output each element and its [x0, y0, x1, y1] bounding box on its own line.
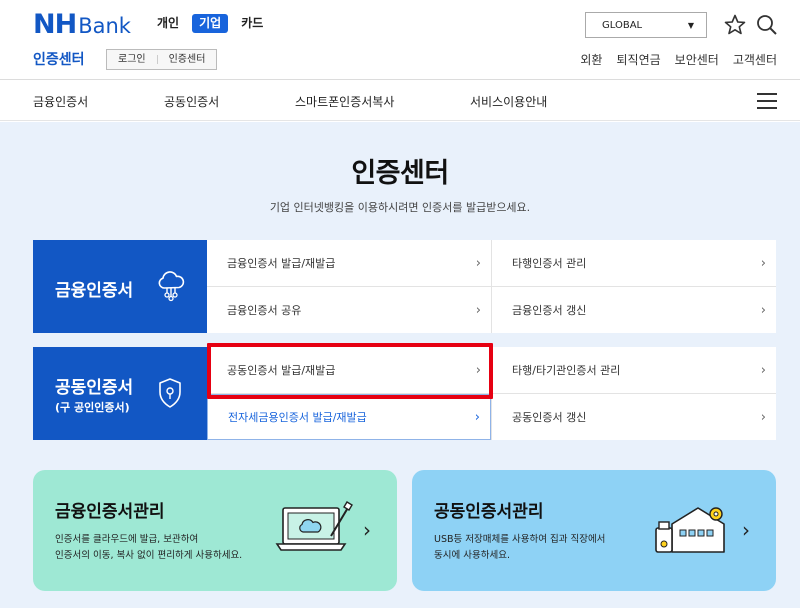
- financial-cert-block: 금융인증서 금융인증서 발급/재발급 › 타행인증서 관리 › 금융인증서 공유…: [33, 240, 776, 333]
- card-description-line: 동시에 사용하세요.: [434, 550, 510, 561]
- shield-icon: [159, 378, 181, 408]
- breadcrumb-cert-center[interactable]: 인증센터: [158, 50, 217, 69]
- breadcrumb: 로그인 인증센터: [106, 49, 218, 70]
- financial-cert-header: 금융인증서: [33, 240, 207, 333]
- link-label: 공동인증서 갱신: [512, 411, 587, 424]
- card-description: 인증서를 클라우드에 발급, 보관하여 인증서의 이동, 복사 없이 편리하게 …: [55, 532, 242, 564]
- link-other-institution-cert-manage[interactable]: 타행/타기관인증서 관리 ›: [492, 347, 776, 393]
- link-security-center[interactable]: 보안센터: [675, 51, 719, 68]
- cell-divider: [207, 286, 776, 287]
- nh-bank-logo[interactable]: NH Bank: [33, 10, 131, 40]
- joint-cert-manage-card[interactable]: 공동인증서관리 USB등 저장매체를 사용하여 집과 직장에서 동시에 사용하세…: [412, 470, 776, 591]
- nav-financial-cert[interactable]: 금융인증서: [33, 93, 88, 110]
- global-language-select[interactable]: GLOBAL ▼: [585, 12, 707, 38]
- link-label: 타행/타기관인증서 관리: [512, 364, 621, 377]
- chevron-right-icon: ›: [760, 255, 766, 271]
- link-label: 금융인증서 공유: [227, 304, 302, 317]
- highlight-annotation-box: [207, 343, 493, 399]
- logo-nh-text: NH: [33, 9, 77, 40]
- link-label: 타행인증서 관리: [512, 257, 587, 270]
- card-description: USB등 저장매체를 사용하여 집과 직장에서 동시에 사용하세요.: [434, 532, 605, 564]
- joint-cert-title: 공동인증서: [55, 378, 134, 398]
- nav-service-guide[interactable]: 서비스이용안내: [470, 93, 547, 110]
- main-nav: 금융인증서 공동인증서 스마트폰인증서복사 서비스이용안내: [0, 81, 800, 121]
- chevron-right-icon[interactable]: ›: [742, 518, 750, 542]
- chevron-down-icon: ▼: [687, 20, 694, 30]
- card-description-line: USB등 저장매체를 사용하여 집과 직장에서: [434, 534, 606, 545]
- tab-personal[interactable]: 개인: [150, 14, 186, 33]
- link-financial-cert-share[interactable]: 금융인증서 공유 ›: [207, 287, 491, 333]
- link-label: 금융인증서 갱신: [512, 304, 587, 317]
- chevron-right-icon: ›: [475, 302, 481, 318]
- link-financial-cert-issue[interactable]: 금융인증서 발급/재발급 ›: [207, 240, 491, 286]
- chevron-right-icon[interactable]: ›: [363, 518, 371, 542]
- card-title: 공동인증서관리: [434, 502, 544, 522]
- chevron-right-icon: ›: [475, 255, 481, 271]
- chevron-right-icon: ›: [760, 362, 766, 378]
- laptop-cloud-icon: [275, 501, 353, 551]
- main-tabs: 개인 기업 카드: [150, 14, 270, 33]
- chevron-right-icon: ›: [760, 409, 766, 425]
- page-description: 기업 인터넷뱅킹을 이용하시려면 인증서를 발급받으세요.: [269, 201, 531, 214]
- cloud-icon: [158, 271, 185, 302]
- card-description-line: 인증서를 클라우드에 발급, 보관하여: [55, 534, 199, 545]
- nav-joint-cert[interactable]: 공동인증서: [164, 93, 219, 110]
- card-description-line: 인증서의 이동, 복사 없이 편리하게 사용하세요.: [55, 550, 243, 561]
- financial-cert-manage-card[interactable]: 금융인증서관리 인증서를 클라우드에 발급, 보관하여 인증서의 이동, 복사 …: [33, 470, 397, 591]
- financial-cert-title: 금융인증서: [55, 281, 134, 301]
- joint-cert-header: 공동인증서 (구 공인인증서): [33, 347, 207, 440]
- top-links: 외환 퇴직연금 보안센터 고객센터: [580, 51, 777, 68]
- usb-house-gear-icon: [655, 507, 725, 553]
- link-foreign-exchange[interactable]: 외환: [580, 51, 602, 68]
- link-label: 전자세금용인증서 발급/재발급: [228, 411, 367, 424]
- chevron-right-icon: ›: [474, 409, 480, 425]
- financial-cert-links: 금융인증서 발급/재발급 › 타행인증서 관리 › 금융인증서 공유 › 금융인…: [207, 240, 776, 333]
- link-other-bank-cert-manage[interactable]: 타행인증서 관리 ›: [492, 240, 776, 286]
- star-icon[interactable]: [723, 13, 747, 37]
- logo-bank-text: Bank: [78, 14, 131, 38]
- site-header: NH Bank 개인 기업 카드 인증센터 로그인 인증센터 GLOBAL ▼ …: [0, 0, 800, 80]
- link-tax-invoice-cert-issue[interactable]: 전자세금용인증서 발급/재발급 ›: [207, 394, 491, 440]
- card-title: 금융인증서관리: [55, 502, 165, 522]
- page-title: 인증센터: [351, 158, 449, 189]
- tab-card[interactable]: 카드: [234, 14, 270, 33]
- link-customer-center[interactable]: 고객센터: [733, 51, 777, 68]
- section-title[interactable]: 인증센터: [33, 49, 85, 69]
- search-icon[interactable]: [755, 13, 779, 37]
- breadcrumb-login[interactable]: 로그인: [107, 50, 157, 69]
- tab-business[interactable]: 기업: [192, 14, 229, 33]
- chevron-right-icon: ›: [760, 302, 766, 318]
- link-retirement-pension[interactable]: 퇴직연금: [616, 51, 660, 68]
- hamburger-menu-icon[interactable]: [757, 93, 777, 109]
- global-select-value: GLOBAL: [602, 19, 643, 31]
- nav-smartphone-cert-copy[interactable]: 스마트폰인증서복사: [295, 93, 394, 110]
- link-joint-cert-renew[interactable]: 공동인증서 갱신 ›: [492, 394, 776, 440]
- link-label: 금융인증서 발급/재발급: [227, 257, 336, 270]
- joint-cert-subtitle: (구 공인인증서): [55, 401, 130, 414]
- link-financial-cert-renew[interactable]: 금융인증서 갱신 ›: [492, 287, 776, 333]
